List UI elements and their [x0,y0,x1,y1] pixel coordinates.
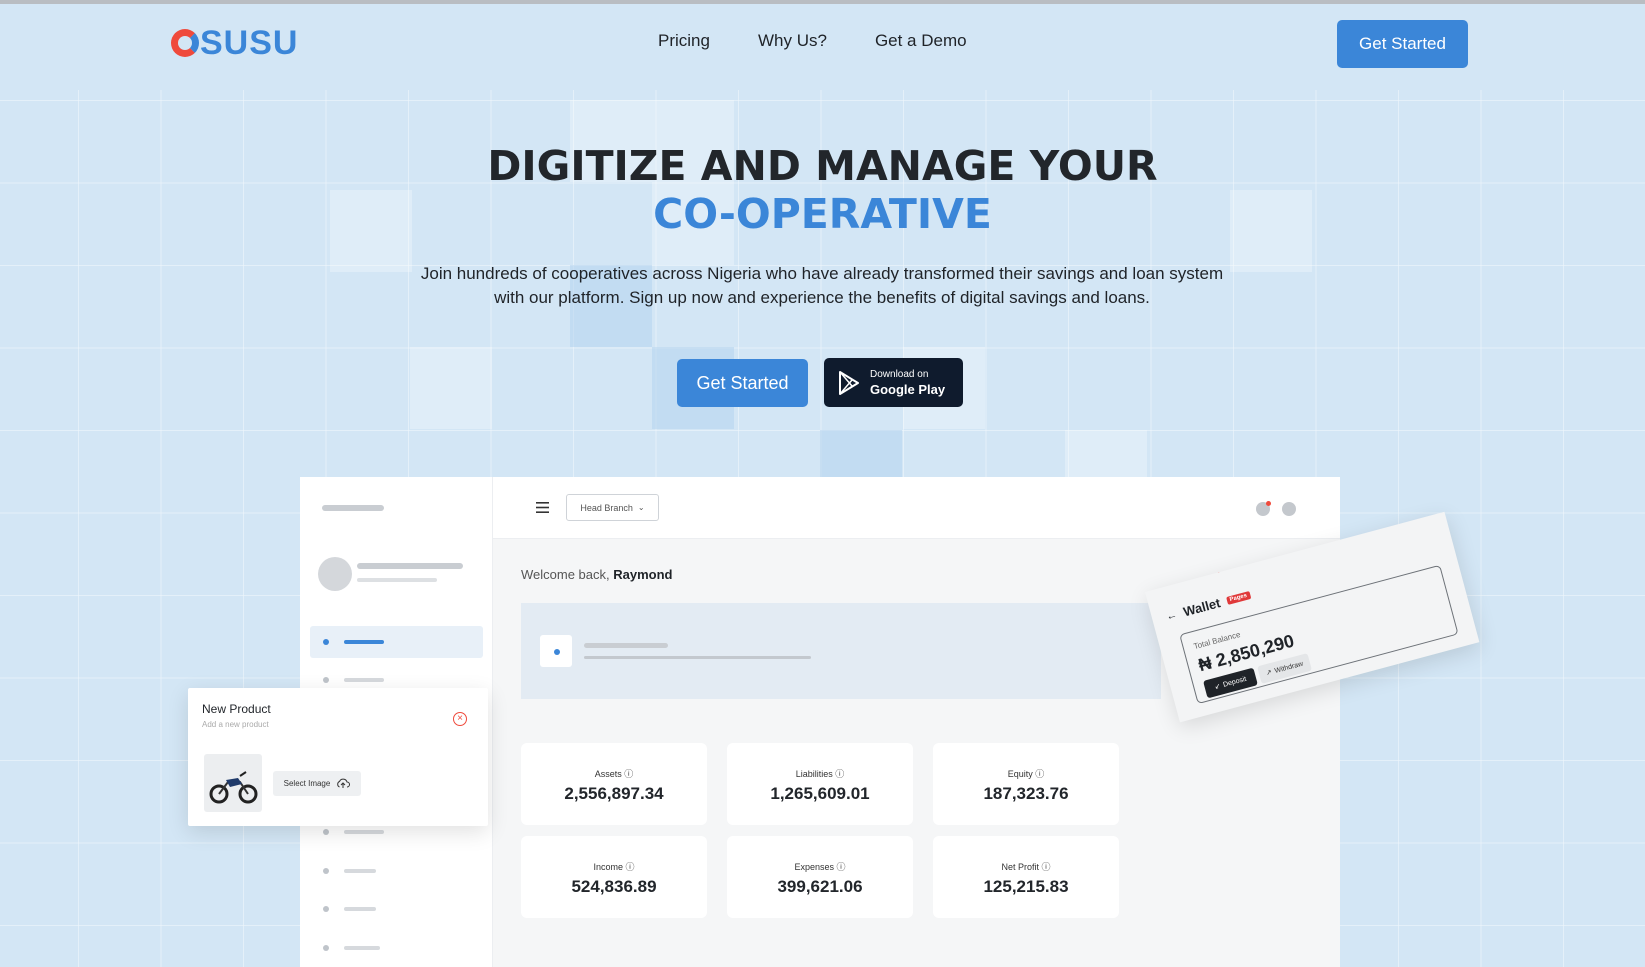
dashboard-topbar: Head Branch ⌄ [493,477,1340,539]
stat-label: Expenses ⓘ [794,862,846,872]
product-card-subtitle: Add a new product [202,720,269,729]
info-icon: ⓘ [1041,862,1051,872]
stat-label: Income ⓘ [593,862,635,872]
product-image [204,754,262,812]
banner-text-placeholder [584,656,811,659]
sidebar-item-label[interactable] [344,946,380,950]
stat-card-liabilities: Liabilities ⓘ 1,265,609.01 [727,743,913,825]
info-icon: ⓘ [836,862,846,872]
back-arrow-icon[interactable]: ← [1165,608,1179,622]
select-image-label: Select Image [283,779,331,788]
avatar [318,557,352,591]
sidebar-item-label[interactable] [344,907,376,911]
sidebar-item-dot [323,639,329,645]
info-icon: ⓘ [624,769,634,779]
sidebar-item-dot [323,868,329,874]
banner-dot [554,649,560,655]
new-product-card: New Product Add a new product × Select I… [188,688,488,826]
window-top-edge [0,0,1645,4]
banner-title-placeholder [584,643,668,648]
stat-value: 399,621.06 [777,877,863,896]
play-store-icon [839,370,859,395]
upload-cloud-icon [337,778,351,788]
play-button-store-name: Google Play [870,381,946,397]
menu-icon[interactable] [536,502,549,513]
sidebar-item-dot [323,945,329,951]
product-card-title: New Product [202,702,271,716]
user-role-placeholder [357,578,437,582]
hero-title-accent: CO-OPERATIVE [653,190,992,238]
stat-label: Equity ⓘ [1007,769,1045,779]
sidebar-item-label [344,640,384,644]
stat-value: 2,556,897.34 [564,784,664,803]
motorcycle-icon [209,771,258,804]
sidebar-item-label[interactable] [344,869,376,873]
grid-tile [820,430,902,478]
logo-text: SUSU [200,24,299,62]
hero-get-started-button[interactable]: Get Started [677,359,808,407]
sidebar-item-label[interactable] [344,830,384,834]
stat-card-assets: Assets ⓘ 2,556,897.34 [521,743,707,825]
close-icon[interactable]: × [453,712,467,726]
google-play-button[interactable]: Download on Google Play [824,358,963,407]
info-icon: ⓘ [835,769,845,779]
dashboard-banner [521,603,1161,699]
stat-card-net-profit: Net Profit ⓘ 125,215.83 [933,836,1119,918]
stat-card-equity: Equity ⓘ 187,323.76 [933,743,1119,825]
hero-subtitle: Join hundreds of cooperatives across Nig… [420,264,1224,307]
branch-select[interactable]: Head Branch ⌄ [566,494,659,521]
info-icon: ⓘ [1035,769,1045,779]
sidebar-logo-placeholder [322,505,384,511]
logo[interactable]: SUSU [171,24,299,62]
stat-label: Assets ⓘ [594,769,634,779]
stat-card-income: Income ⓘ 524,836.89 [521,836,707,918]
hero-title: DIGITIZE AND MANAGE YOUR [487,142,1158,190]
stat-value: 187,323.76 [983,784,1069,803]
play-button-caption: Download on [870,368,929,380]
stat-value: 524,836.89 [571,877,657,896]
logo-mark [171,29,199,57]
withdraw-label: Withdraw [1273,660,1304,675]
arrow-down-left-icon: ↙ [1213,682,1222,692]
arrow-up-right-icon: ↗ [1265,668,1273,678]
grid-tile [1065,430,1147,478]
nav-link-pricing[interactable]: Pricing [658,31,710,51]
nav-link-why-us[interactable]: Why Us? [758,31,827,51]
sidebar-item-active[interactable] [310,626,483,658]
info-icon: ⓘ [625,862,635,872]
sidebar-item-dot [323,677,329,683]
stat-value: 125,215.83 [983,877,1069,896]
sidebar-item-dot [323,906,329,912]
chevron-down-icon: ⌄ [637,503,645,512]
nav-get-started-button[interactable]: Get Started [1337,20,1468,68]
notification-badge [1266,501,1271,506]
wallet-title: Wallet [1181,595,1223,620]
stat-label: Liabilities ⓘ [795,769,845,779]
sidebar-item-label[interactable] [344,678,384,682]
sidebar-item-dot [323,829,329,835]
welcome-name: Raymond [613,567,673,582]
nav-link-demo[interactable]: Get a Demo [875,31,967,51]
grid-tile [410,347,492,429]
profile-icon[interactable] [1282,502,1296,516]
deposit-label: Deposit [1222,675,1248,689]
wallet-tag: Pages [1225,590,1251,605]
stat-value: 1,265,609.01 [770,784,870,803]
main-nav: Pricing Why Us? Get a Demo [658,31,967,51]
user-name-placeholder [357,563,463,569]
welcome-message: Welcome back, Raymond [521,567,673,582]
select-image-button[interactable]: Select Image [273,771,361,796]
branch-select-value: Head Branch [580,502,633,513]
stat-card-expenses: Expenses ⓘ 399,621.06 [727,836,913,918]
welcome-prefix: Welcome back, [521,567,610,582]
stat-label: Net Profit ⓘ [1001,862,1051,872]
